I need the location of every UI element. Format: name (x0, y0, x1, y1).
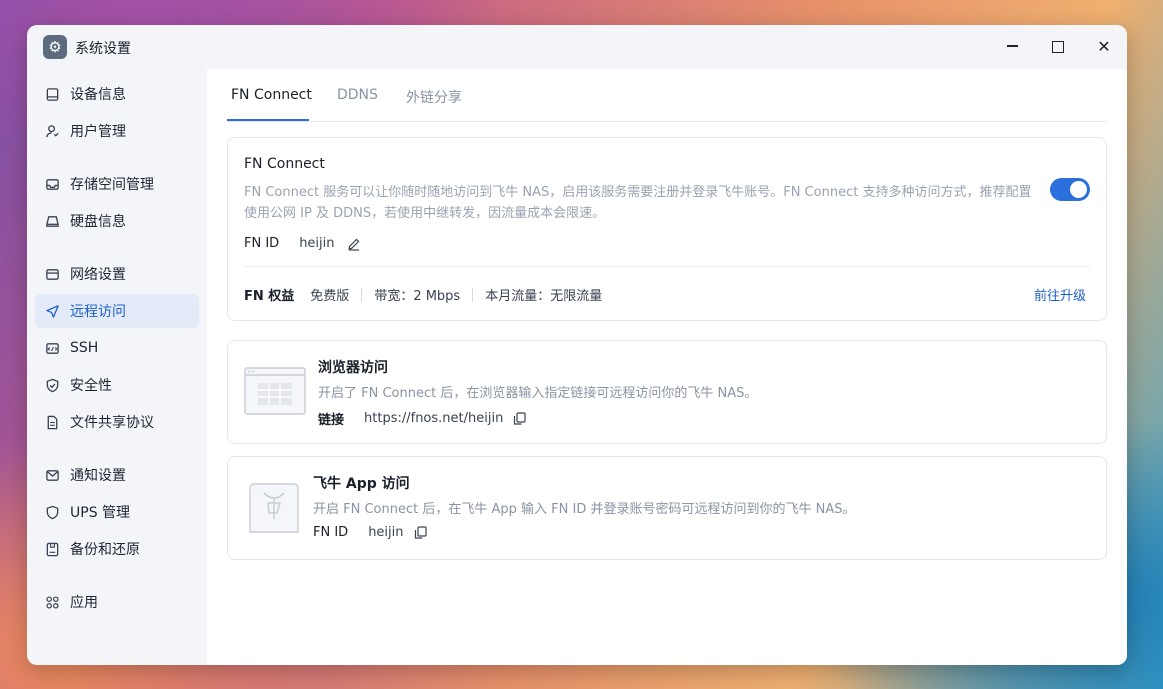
shield-check-icon (44, 377, 60, 393)
app-illustration-icon (249, 483, 299, 533)
send-icon (44, 303, 60, 319)
sidebar-item-ssh[interactable]: SSH (35, 331, 199, 365)
storage-icon (44, 176, 60, 192)
app-id-value: heijin (368, 525, 404, 540)
app-id-row: FN ID heijin (313, 525, 427, 540)
separator (472, 287, 474, 302)
sidebar-item-device-info[interactable]: 设备信息 (35, 77, 199, 111)
browser-illustration-icon (244, 367, 306, 415)
minimize-button[interactable] (1002, 37, 1022, 57)
gear-icon: ⚙ (43, 35, 67, 59)
sidebar-item-label: 存储空间管理 (70, 177, 154, 193)
sidebar-item-label: 通知设置 (70, 468, 126, 484)
edit-icon[interactable] (347, 237, 361, 251)
sidebar-item-storage[interactable]: 存储空间管理 (35, 167, 199, 201)
fn-bandwidth: 带宽：2 Mbps (374, 289, 461, 304)
divider (244, 266, 1090, 267)
copy-icon[interactable] (414, 526, 427, 539)
link-label: 链接 (318, 413, 345, 428)
sidebar-item-label: 文件共享协议 (70, 415, 154, 431)
shield-icon (44, 504, 60, 520)
app-access-title: 飞牛 App 访问 (313, 476, 410, 492)
sidebar-item-disk[interactable]: 硬盘信息 (35, 204, 199, 238)
title-bar: ⚙ 系统设置 ✕ (27, 25, 1127, 69)
tab-bar: FN Connect DDNS 外链分享 (227, 69, 1107, 122)
sidebar-item-label: 应用 (70, 595, 98, 611)
sidebar-item-label: 远程访问 (70, 304, 126, 320)
link-value[interactable]: https://fnos.net/heijin (364, 411, 503, 426)
sidebar-item-ups[interactable]: UPS 管理 (35, 495, 199, 529)
sidebar-item-label: 设备信息 (70, 87, 126, 103)
sidebar-item-label: 硬盘信息 (70, 214, 126, 230)
close-button[interactable]: ✕ (1094, 37, 1114, 57)
minimize-icon (1006, 45, 1018, 47)
browser-link-row: 链接 https://fnos.net/heijin (318, 409, 526, 428)
app-id-label: FN ID (313, 525, 349, 540)
settings-window: ⚙ 系统设置 ✕ 设备信息 用户管理 存储空间管理 硬盘信息 网络设置 远程访问 (27, 25, 1127, 665)
fn-connect-description: FN Connect 服务可以让你随时随地访问到飞牛 NAS，启用该服务需要注册… (244, 185, 1032, 221)
active-tab-indicator (227, 119, 309, 121)
backup-icon (44, 541, 60, 557)
sidebar-item-label: UPS 管理 (70, 505, 131, 521)
sidebar-item-label: 用户管理 (70, 124, 126, 140)
copy-icon[interactable] (513, 412, 526, 425)
sidebar-item-apps[interactable]: 应用 (35, 585, 199, 619)
browser-access-description: 开启了 FN Connect 后，在浏览器输入指定链接可远程访问你的飞牛 NAS… (318, 386, 758, 401)
fn-connect-card: FN Connect FN Connect 服务可以让你随时随地访问到飞牛 NA… (227, 137, 1107, 321)
sidebar-item-label: 网络设置 (70, 267, 126, 283)
device-info-icon (44, 86, 60, 102)
disk-icon (44, 213, 60, 229)
fn-id-label: FN ID (244, 236, 280, 251)
sidebar-item-users[interactable]: 用户管理 (35, 114, 199, 148)
main-content: FN Connect DDNS 外链分享 FN Connect FN Conne… (207, 69, 1127, 665)
fn-benefits-label: FN 权益 (244, 289, 295, 304)
sidebar-item-remote-access[interactable]: 远程访问 (35, 294, 199, 328)
fn-id-row: FN ID heijin (244, 236, 361, 251)
browser-access-title: 浏览器访问 (318, 360, 388, 376)
fn-plan: 免费版 (310, 289, 350, 304)
apps-icon (44, 594, 60, 610)
network-icon (44, 266, 60, 282)
tab-fn-connect[interactable]: FN Connect (231, 87, 312, 103)
sidebar-item-security[interactable]: 安全性 (35, 368, 199, 402)
mail-icon (44, 467, 60, 483)
sidebar-item-notifications[interactable]: 通知设置 (35, 458, 199, 492)
sidebar-item-label: 备份和还原 (70, 542, 140, 558)
fn-traffic: 本月流量：无限流量 (485, 289, 603, 304)
sidebar-item-backup[interactable]: 备份和还原 (35, 532, 199, 566)
sidebar-item-label: 安全性 (70, 378, 112, 394)
sidebar-item-file-sharing[interactable]: 文件共享协议 (35, 405, 199, 439)
terminal-icon (44, 340, 60, 356)
window-title: 系统设置 (75, 41, 131, 57)
sidebar-item-label: SSH (70, 340, 99, 356)
maximize-button[interactable] (1048, 37, 1068, 57)
maximize-icon (1052, 41, 1064, 53)
fn-connect-toggle[interactable] (1050, 178, 1090, 201)
toggle-knob (1070, 181, 1087, 198)
fn-id-value: heijin (299, 236, 335, 251)
tab-link-sharing[interactable]: 外链分享 (406, 87, 462, 107)
close-icon: ✕ (1097, 37, 1111, 56)
sidebar: 设备信息 用户管理 存储空间管理 硬盘信息 网络设置 远程访问 SSH 安全性 (27, 69, 207, 665)
app-access-card: 飞牛 App 访问 开启 FN Connect 后，在飞牛 App 输入 FN … (227, 456, 1107, 560)
upgrade-link[interactable]: 前往升级 (1034, 285, 1086, 304)
sidebar-item-network[interactable]: 网络设置 (35, 257, 199, 291)
separator (361, 287, 363, 302)
fn-benefits-row: FN 权益 免费版 带宽：2 Mbps 本月流量：无限流量 (244, 285, 602, 304)
app-access-description: 开启 FN Connect 后，在飞牛 App 输入 FN ID 并登录账号密码… (313, 502, 856, 517)
user-icon (44, 123, 60, 139)
fn-connect-title: FN Connect (244, 156, 325, 172)
tab-ddns[interactable]: DDNS (337, 87, 378, 103)
file-icon (44, 414, 60, 430)
browser-access-card: 浏览器访问 开启了 FN Connect 后，在浏览器输入指定链接可远程访问你的… (227, 340, 1107, 444)
